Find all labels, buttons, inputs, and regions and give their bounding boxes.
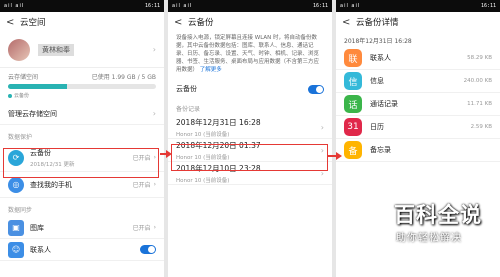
backup-item-call-log: 话 通话记录 11.71 KB (336, 93, 500, 116)
back-icon[interactable]: < (6, 17, 20, 28)
record-device: Honor 10 (当前设备) (176, 131, 230, 138)
item-name: 通话记录 (370, 100, 398, 108)
storage-bar-fill (8, 84, 68, 89)
chevron-right-icon: › (152, 45, 156, 54)
status-bar: ail ail 16:11 (336, 0, 500, 12)
item-size: 58.29 KB (467, 55, 492, 61)
gallery-icon: ▣ (8, 219, 24, 236)
storage-section: 云存储空间 已使用 1.99 GB / 5 GB 云备份 (0, 68, 164, 103)
item-name: 备忘录 (370, 146, 391, 154)
backup-item-contacts: 联 联系人 58.29 KB (336, 47, 500, 70)
page-title: 云备份 (188, 18, 214, 28)
watermark: 百科全说 助你轻松解决 (386, 199, 492, 259)
cloud-space-screen: ail ail 16:11 < 云空间 黄林和奉 › 云存储空间 已使用 1.9… (0, 0, 164, 277)
section-data-sync: 数据同步 (8, 207, 33, 214)
signal-indicator: ail ail (340, 3, 361, 9)
manage-storage-item[interactable]: 管理云存储空间 › (0, 103, 164, 125)
backup-records-label: 备份记录 (176, 106, 201, 113)
calendar-icon: 31 (344, 118, 362, 136)
legend-label: 云备份 (14, 93, 30, 99)
highlight-latest-record (171, 144, 328, 171)
backup-record[interactable]: 2018年12月31日 16:28 Honor 10 (当前设备) › (168, 116, 332, 139)
contacts-toggle[interactable] (140, 245, 156, 254)
notes-icon: 备 (344, 141, 362, 159)
back-icon[interactable]: < (342, 17, 356, 28)
gallery-title: 图库 (30, 223, 44, 232)
gallery-item[interactable]: ▣ 图库 已开启 › (0, 217, 164, 239)
contacts-item[interactable]: ☺ 联系人 (0, 239, 164, 261)
page-title: 云备份详情 (356, 18, 399, 28)
item-name: 日历 (370, 123, 384, 131)
header: < 云空间 (0, 12, 164, 32)
avatar (8, 38, 30, 61)
backup-description-text: 设备接入电源，锁定屏幕且连接 WLAN 时，将自动备份数据，其中云备份数据包括：… (176, 35, 320, 73)
manage-storage-label: 管理云存储空间 (8, 109, 57, 118)
status-time: 16:11 (312, 3, 328, 9)
signal-indicator: ail ail (172, 3, 193, 9)
status-bar: ail ail 16:11 (0, 0, 164, 12)
watermark-subtitle: 助你轻松解决 (396, 233, 462, 244)
profile-row[interactable]: 黄林和奉 › (0, 32, 164, 68)
header: < 云备份 (168, 12, 332, 32)
storage-bar (8, 84, 156, 89)
chevron-right-icon: › (152, 109, 156, 118)
header: < 云备份详情 (336, 12, 500, 32)
storage-legend: 云备份 (8, 92, 156, 99)
status-bar: ail ail 16:11 (168, 0, 332, 12)
profile-name: 黄林和奉 (38, 43, 74, 56)
gallery-status: 已开启 (132, 225, 151, 232)
storage-label: 云存储空间 (8, 74, 39, 81)
arrow-head (336, 152, 342, 160)
phone-icon: 话 (344, 95, 362, 113)
contacts-icon: 联 (344, 49, 362, 67)
cloud-backup-toggle[interactable] (308, 84, 324, 94)
backup-item-calendar: 31 日历 2.59 KB (336, 116, 500, 139)
record-date: 2018年12月31日 16:28 (176, 117, 261, 127)
highlight-cloud-backup (3, 148, 159, 178)
page-title: 云空间 (20, 18, 46, 28)
cloud-backup-screen: ail ail 16:11 < 云备份 设备接入电源，锁定屏幕且连接 WLAN … (168, 0, 332, 277)
status-time: 16:11 (144, 3, 160, 9)
contacts-title: 联系人 (30, 245, 51, 254)
cloud-backup-toggle-label: 云备份 (176, 85, 197, 93)
section-data-protection: 数据保护 (8, 134, 33, 141)
record-device: Honor 10 (当前设备) (176, 177, 230, 184)
backup-date: 2018年12月31日 16:28 (344, 38, 412, 45)
chevron-right-icon: › (153, 224, 156, 231)
contacts-icon: ☺ (8, 241, 24, 258)
status-time: 16:11 (480, 3, 496, 9)
chevron-right-icon: › (320, 122, 324, 132)
backup-item-notes: 备 备忘录 (336, 139, 500, 162)
signal-indicator: ail ail (4, 3, 25, 9)
find-phone-status: 已开启 (132, 182, 151, 189)
item-name: 信息 (370, 77, 384, 85)
item-size: 240.00 KB (463, 78, 492, 84)
back-icon[interactable]: < (174, 17, 188, 28)
storage-used: 已使用 1.99 GB / 5 GB (91, 74, 156, 81)
backup-description: 设备接入电源，锁定屏幕且连接 WLAN 时，将自动备份数据，其中云备份数据包括：… (168, 32, 332, 78)
item-name: 联系人 (370, 54, 391, 62)
messages-icon: 信 (344, 72, 362, 90)
item-size: 11.71 KB (467, 101, 492, 107)
find-phone-title: 查找我的手机 (30, 180, 72, 189)
backup-item-messages: 信 信息 240.00 KB (336, 70, 500, 93)
item-size: 2.59 KB (470, 124, 492, 130)
watermark-title: 百科全说 (394, 203, 482, 227)
cloud-backup-toggle-row: 云备份 (168, 78, 332, 100)
learn-more-link[interactable]: 了解更多 (200, 67, 222, 73)
find-phone-icon: ◎ (8, 176, 24, 193)
chevron-right-icon: › (153, 181, 156, 188)
legend-dot (8, 93, 12, 98)
